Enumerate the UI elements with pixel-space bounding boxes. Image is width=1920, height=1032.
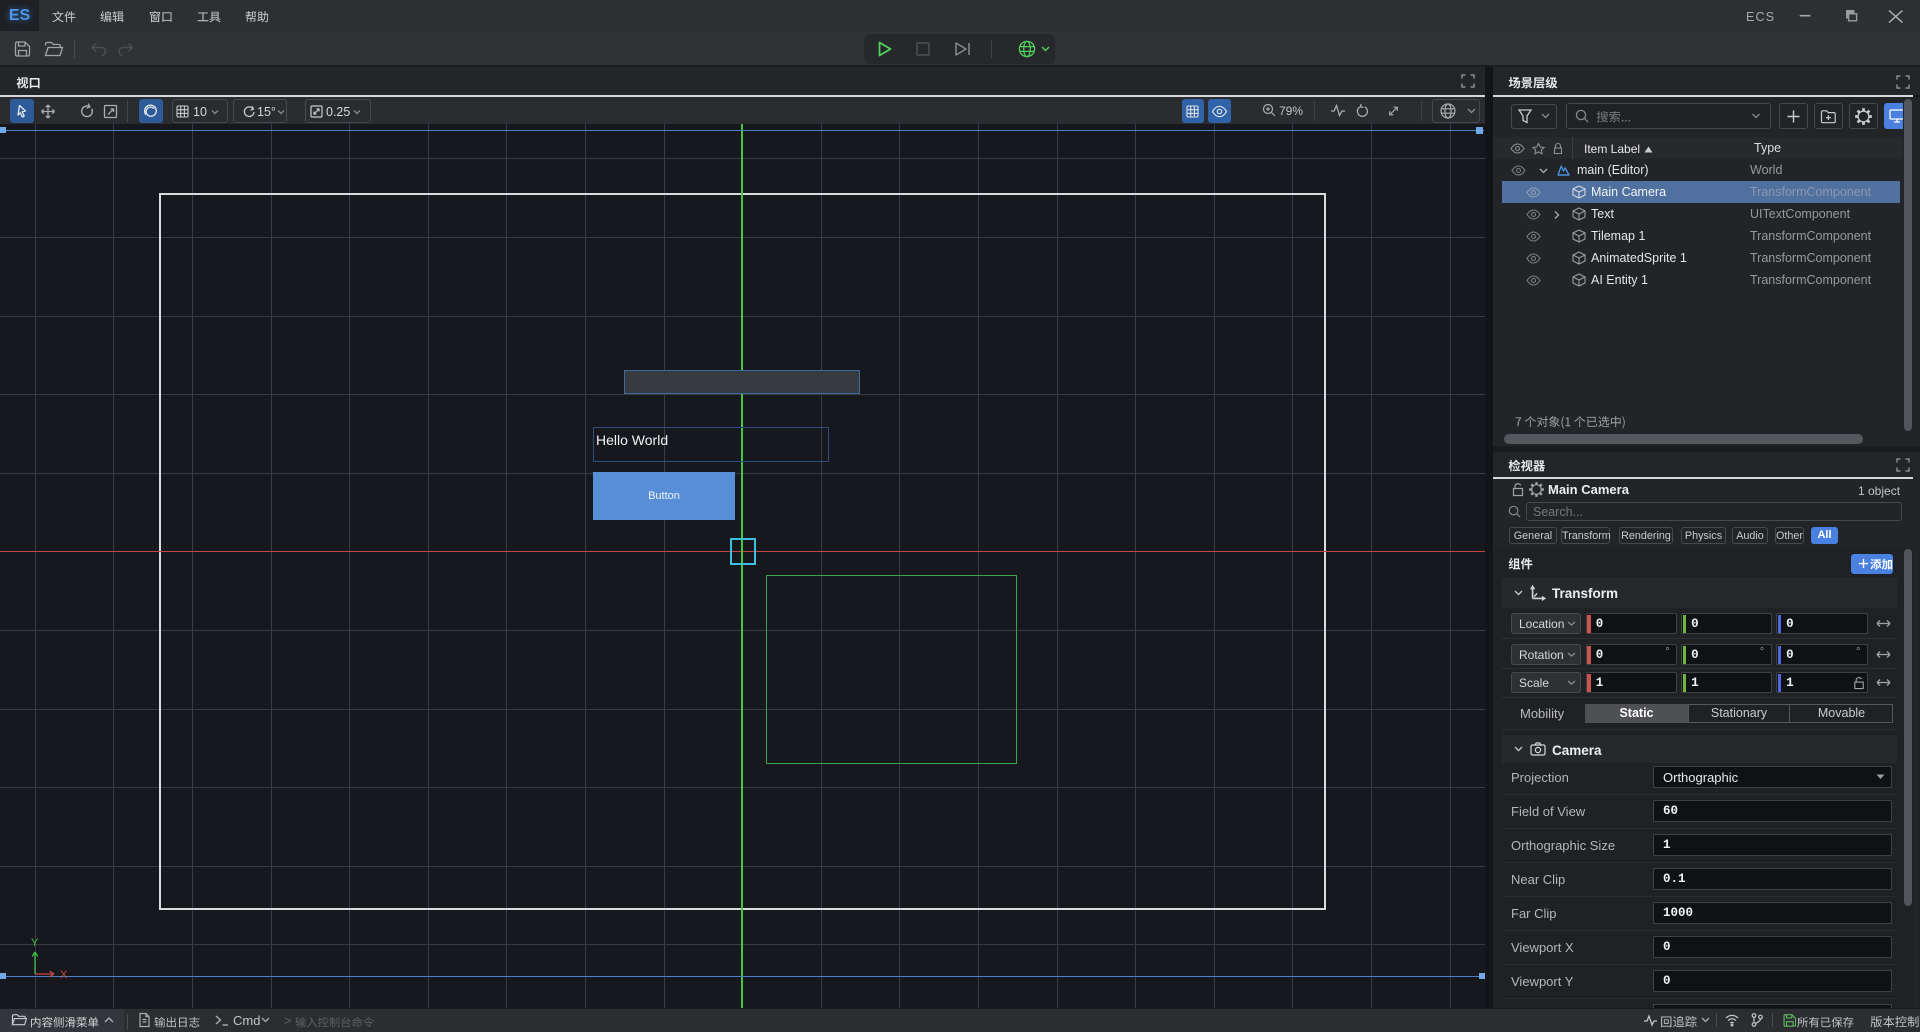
svg-text:X: X <box>60 969 68 981</box>
svg-text:Y: Y <box>31 937 39 949</box>
